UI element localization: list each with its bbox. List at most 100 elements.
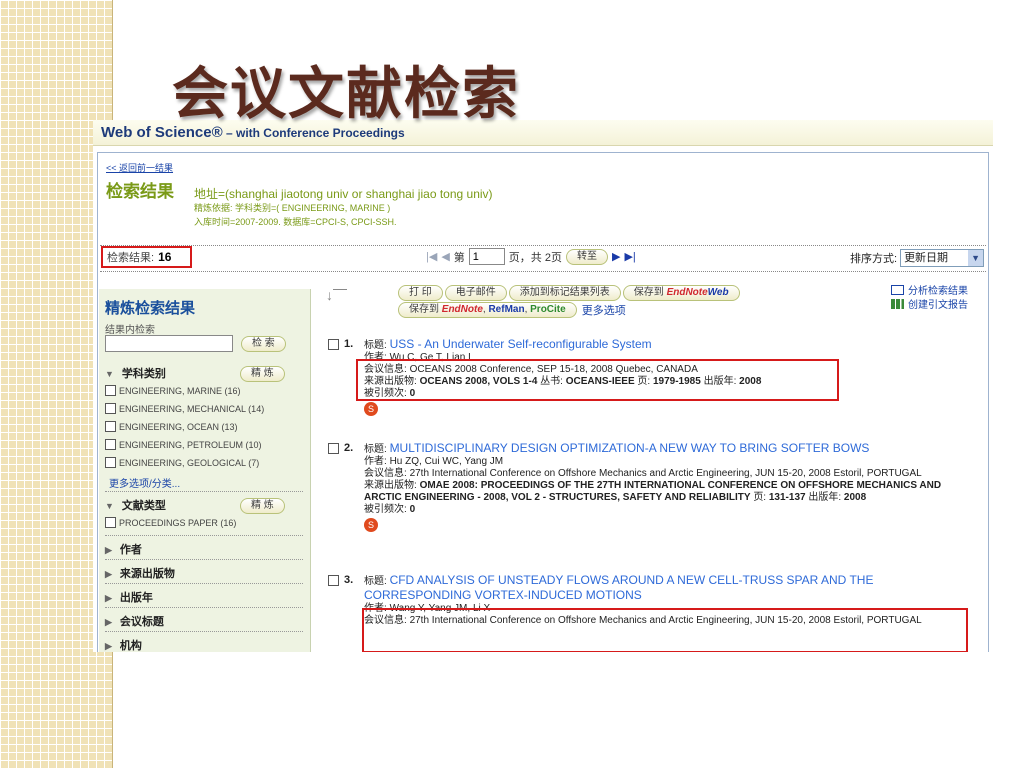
subject-option-label: ENGINEERING, OCEAN (13)	[119, 421, 238, 432]
sort-select[interactable]: 更新日期 ▼	[900, 249, 985, 267]
email-button[interactable]: 电子邮件	[444, 285, 507, 301]
more-subjects-link[interactable]: 更多选项/分类...	[109, 475, 180, 490]
checkbox[interactable]	[105, 439, 116, 450]
subject-option[interactable]: ENGINEERING, GEOLOGICAL (7)	[105, 457, 259, 468]
subject-option[interactable]: ENGINEERING, MARINE (16)	[105, 385, 241, 396]
checkbox[interactable]	[105, 517, 116, 528]
doctype-option[interactable]: PROCEEDINGS PAPER (16)	[105, 517, 236, 528]
subject-option[interactable]: ENGINEERING, OCEAN (13)	[105, 421, 238, 432]
checkbox[interactable]	[105, 421, 116, 432]
wos-screenshot: Web of Science® – with Conference Procee…	[93, 120, 993, 652]
divider	[105, 491, 303, 492]
sfx-icon[interactable]: S	[364, 402, 378, 416]
save-endnote-web-button[interactable]: 保存到 EndNoteWeb	[622, 285, 740, 301]
record-number: 3.	[344, 574, 354, 586]
sidebar-item-year[interactable]: ▶ 出版年	[105, 589, 153, 605]
print-button[interactable]: 打 印	[398, 285, 443, 301]
divider	[105, 535, 303, 536]
triangle-down-icon: ▼	[105, 501, 114, 511]
highlight-box	[356, 359, 839, 401]
record-checkbox[interactable]	[328, 443, 339, 454]
checkbox[interactable]	[105, 403, 116, 414]
pager-prefix: 第	[453, 251, 465, 264]
title-label: 标题:	[364, 340, 387, 351]
highlight-box	[362, 608, 968, 652]
title-label: 标题:	[364, 444, 387, 455]
subject-option-label: ENGINEERING, MECHANICAL (14)	[119, 403, 265, 414]
more-options-link[interactable]: 更多选项	[582, 302, 626, 318]
checkbox[interactable]	[105, 385, 116, 396]
sidebar-title: 精炼检索结果	[105, 300, 196, 317]
results-heading: 检索结果	[106, 182, 174, 201]
within-results-search-input[interactable]	[105, 335, 233, 352]
sidebar-item-author[interactable]: ▶ 作者	[105, 541, 142, 557]
record-checkbox[interactable]	[328, 339, 339, 350]
last-page-icon[interactable]: ▶|	[624, 250, 635, 263]
record-title-link[interactable]: CFD ANALYSIS OF UNSTEADY FLOWS AROUND A …	[364, 573, 873, 602]
save-refman-button[interactable]: 保存到 EndNote, RefMan, ProCite	[398, 302, 577, 318]
title-label: 标题:	[364, 576, 387, 587]
next-page-icon[interactable]: ▶	[612, 250, 620, 263]
endnote-logo: EndNote	[666, 287, 708, 298]
citation-report-link[interactable]: 创建引文报告	[891, 299, 968, 313]
results-panel: << 返回前一结果 检索结果 地址=(shanghai jiaotong uni…	[97, 152, 989, 652]
results-count: 检索结果: 16	[101, 246, 192, 268]
cited-label: 被引频次:	[364, 504, 407, 515]
subject-option-label: ENGINEERING, PETROLEUM (10)	[119, 439, 262, 450]
go-button[interactable]: 转至	[565, 248, 608, 265]
sort-control: 排序方式: 更新日期 ▼	[850, 249, 985, 267]
checkbox[interactable]	[105, 457, 116, 468]
analyze-results-label: 分析检索结果	[908, 286, 968, 297]
sort-value: 更新日期	[904, 252, 949, 264]
prev-page-icon[interactable]: ◀	[441, 250, 449, 263]
analysis-links: 分析检索结果 创建引文报告	[891, 285, 968, 313]
sidebar-year-label: 出版年	[119, 592, 153, 604]
record-cited: 0	[409, 504, 416, 515]
page-number-input[interactable]	[468, 248, 505, 265]
conf-label: 会议信息:	[364, 468, 407, 479]
save-to-label: 保存到	[409, 304, 439, 315]
add-marked-button[interactable]: 添加到标记结果列表	[508, 285, 621, 301]
save-to-label: 保存到	[633, 287, 664, 298]
select-arrow-icon: ↓⎺	[326, 287, 347, 303]
triangle-right-icon: ▶	[105, 593, 112, 603]
back-link[interactable]: << 返回前一结果	[106, 161, 173, 174]
record-title-link[interactable]: USS - An Underwater Self-reconfigurable …	[390, 337, 652, 351]
record-conference: 27th International Conference on Offshor…	[409, 468, 922, 479]
sidebar-item-conference[interactable]: ▶ 会议标题	[105, 613, 164, 629]
triangle-right-icon: ▶	[105, 545, 112, 555]
subject-option[interactable]: ENGINEERING, PETROLEUM (10)	[105, 439, 262, 450]
record-title-link[interactable]: MULTIDISCIPLINARY DESIGN OPTIMIZATION-A …	[390, 441, 870, 455]
results-count-value: 16	[158, 250, 172, 264]
analyze-results-link[interactable]: 分析检索结果	[891, 285, 968, 299]
refine-doctype-button[interactable]: 精 炼	[240, 498, 285, 514]
sfx-icon[interactable]: S	[364, 518, 378, 532]
sidebar-item-doctype[interactable]: ▼ 文献类型	[105, 497, 166, 513]
record-checkbox[interactable]	[328, 575, 339, 586]
record-number: 1.	[344, 338, 354, 350]
pager: |◀ ◀ 第 页，共 2页 转至 ▶ ▶|	[426, 248, 636, 265]
within-search-button[interactable]: 检 索	[241, 336, 286, 352]
sidebar-item-subject[interactable]: ▼ 学科类别	[105, 365, 166, 381]
results-date-range: 入库时间=2007-2009. 数据库=CPCI-S, CPCI-SSH.	[194, 217, 397, 227]
first-page-icon[interactable]: |◀	[426, 250, 437, 263]
endnote-logo: EndNote	[441, 304, 483, 315]
results-query: 地址=(shanghai jiaotong univ or shanghai j…	[194, 187, 493, 201]
sidebar-author-label: 作者	[119, 544, 142, 556]
results-refine: 精炼依据: 学科类别=( ENGINEERING, MARINE )	[194, 203, 391, 213]
output-toolbar: 打 印 电子邮件 添加到标记结果列表 保存到 EndNoteWeb	[398, 285, 740, 301]
subject-option[interactable]: ENGINEERING, MECHANICAL (14)	[105, 403, 264, 414]
subject-option-label: ENGINEERING, GEOLOGICAL (7)	[119, 457, 260, 468]
sort-label: 排序方式:	[850, 253, 898, 265]
triangle-right-icon: ▶	[105, 641, 112, 651]
sidebar-item-organization[interactable]: ▶ 机构	[105, 637, 142, 652]
refine-subject-button[interactable]: 精 炼	[240, 366, 285, 382]
divider	[105, 631, 303, 632]
sidebar-conference-label: 会议标题	[119, 616, 164, 628]
pages-label: 页:	[753, 492, 767, 503]
sidebar-item-source[interactable]: ▶ 来源出版物	[105, 565, 175, 581]
subject-option-label: ENGINEERING, MARINE (16)	[119, 385, 241, 396]
endnote-web-logo: Web	[707, 287, 729, 298]
record-year: 2008	[843, 492, 867, 503]
triangle-down-icon: ▼	[105, 369, 114, 379]
